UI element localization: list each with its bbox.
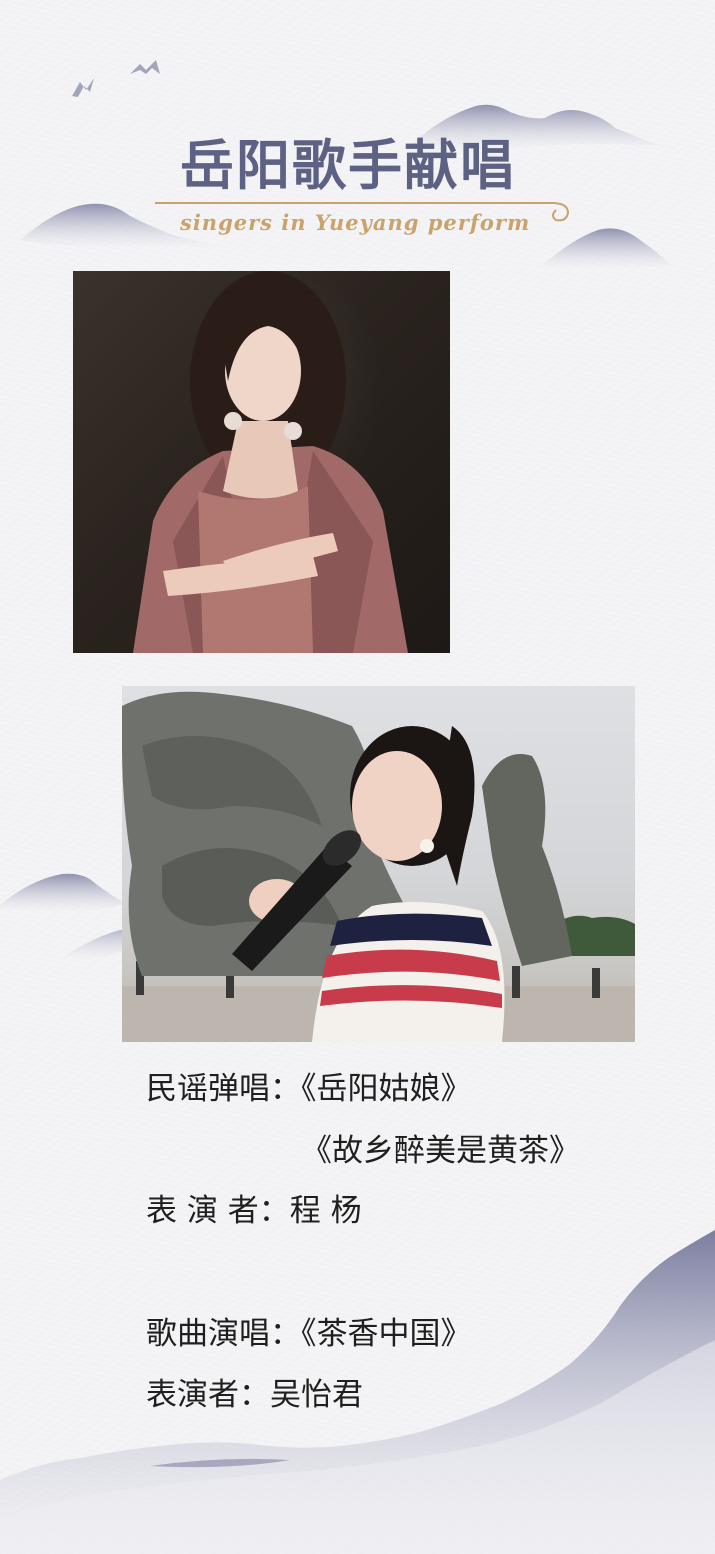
performance-1-line-2: 《故乡醉美是黄茶》 [301, 1136, 580, 1167]
portrait-illustration [133, 271, 408, 653]
performance-2-performer-label: 表演者： [146, 1377, 270, 1413]
performance-1-line-1: 民谣弹唱：《岳阳姑娘》 [146, 1074, 472, 1105]
performance-illustration [122, 691, 635, 1042]
singer-portrait-photo [73, 271, 450, 653]
performance-2-performer: 吴怡君 [270, 1377, 363, 1413]
performance-2-performer-line: 表演者：吴怡君 [146, 1380, 363, 1411]
bird-icon [72, 78, 94, 97]
performance-2-label: 歌曲演唱： [146, 1316, 301, 1352]
page-title: 岳阳歌手献唱 [180, 133, 516, 197]
mountain-mid-left [0, 873, 126, 912]
performance-1-performer-label: 表 演 者： [146, 1193, 290, 1229]
performance-2-song-1: 《茶香中国》 [301, 1316, 472, 1352]
mountain-right [540, 228, 672, 269]
performance-1-song-1: 《岳阳姑娘》 [301, 1071, 472, 1107]
bird-icon [130, 60, 160, 74]
performance-1-performer: 程 杨 [289, 1193, 362, 1229]
performance-1-label: 民谣弹唱： [146, 1071, 301, 1107]
page-subtitle: singers in Yueyang perform [180, 210, 531, 235]
performance-1-performer-line: 表 演 者：程 杨 [146, 1196, 362, 1227]
performance-2-line-1: 歌曲演唱：《茶香中国》 [146, 1319, 472, 1350]
performance-1-song-2: 《故乡醉美是黄茶》 [301, 1133, 580, 1169]
singer-performing-photo [122, 686, 635, 1042]
